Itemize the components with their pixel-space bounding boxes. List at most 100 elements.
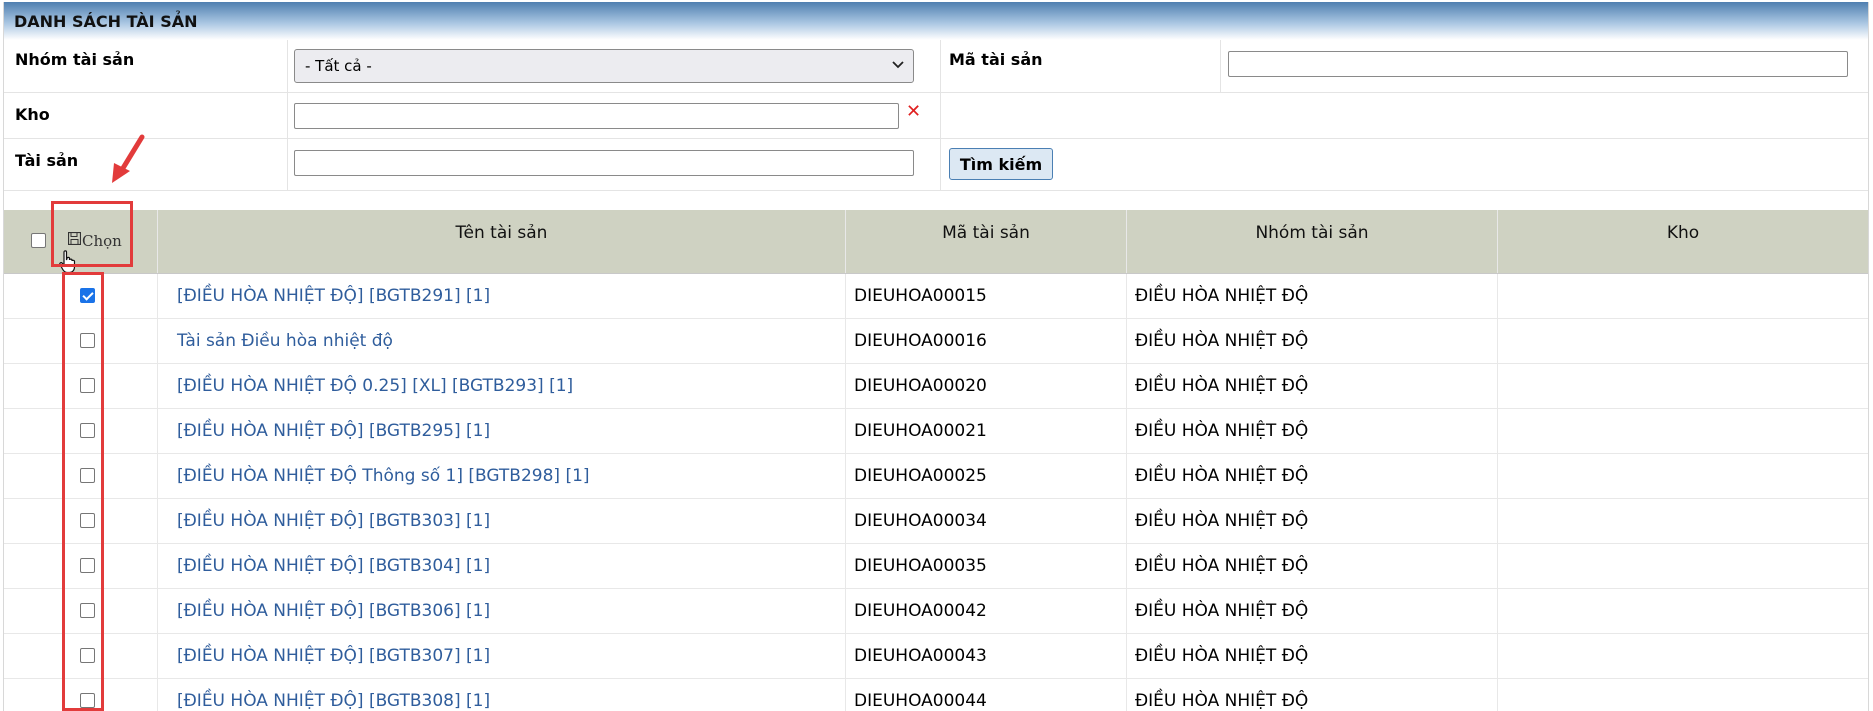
warehouse-input[interactable] xyxy=(294,103,899,129)
col-header-warehouse[interactable]: Kho xyxy=(1498,210,1868,273)
asset-input[interactable] xyxy=(294,150,914,176)
asset-name-link[interactable]: [ĐIỀU HÒA NHIỆT ĐỘ] [BGTB295] [1] xyxy=(177,409,490,453)
asset-name-link[interactable]: Tài sản Điều hòa nhiệt độ xyxy=(177,319,393,363)
row-divider xyxy=(845,679,846,711)
group-select-value: - Tất cả - xyxy=(305,57,372,75)
filter-row-asset: Tài sản xyxy=(4,138,1868,191)
asset-code: DIEUHOA00016 xyxy=(854,331,987,351)
table-row[interactable]: Tài sản Điều hòa nhiệt độ DIEUHOA00016 ĐIỀ… xyxy=(4,319,1868,364)
row-divider xyxy=(157,409,158,453)
row-divider xyxy=(1497,319,1498,363)
panel-title-bar: DANH SÁCH TÀI SẢN xyxy=(4,2,1868,40)
filter-row-warehouse: Kho ✕ xyxy=(4,92,1868,139)
row-divider xyxy=(1126,319,1127,363)
asset-label: Tài sản xyxy=(15,151,79,170)
row-divider xyxy=(1126,364,1127,408)
select-all-checkbox[interactable] xyxy=(31,233,46,248)
asset-group: ĐIỀU HÒA NHIỆT ĐỘ xyxy=(1135,601,1309,621)
highlight-choose-header xyxy=(51,201,133,267)
asset-code: DIEUHOA00015 xyxy=(854,286,987,306)
asset-group: ĐIỀU HÒA NHIỆT ĐỘ xyxy=(1135,556,1309,576)
warehouse-label: Kho xyxy=(15,105,50,124)
filter-form: Nhóm tài sản - Tất cả - Mã tài sản Kho ✕… xyxy=(4,40,1868,192)
search-button[interactable]: Tìm kiếm xyxy=(949,148,1053,180)
asset-code: DIEUHOA00035 xyxy=(854,556,987,576)
row-divider xyxy=(1497,679,1498,711)
row-divider xyxy=(157,544,158,588)
table-row[interactable]: [ĐIỀU HÒA NHIỆT ĐỘ 0.25] [XL] [BGTB293] … xyxy=(4,364,1868,409)
row-divider xyxy=(157,634,158,678)
asset-code: DIEUHOA00021 xyxy=(854,421,987,441)
code-input[interactable] xyxy=(1228,51,1848,77)
asset-group: ĐIỀU HÒA NHIỆT ĐỘ xyxy=(1135,421,1309,441)
row-divider xyxy=(845,274,846,318)
page-title: DANH SÁCH TÀI SẢN xyxy=(14,11,198,31)
row-divider xyxy=(1497,454,1498,498)
asset-name-link[interactable]: [ĐIỀU HÒA NHIỆT ĐỘ] [BGTB304] [1] xyxy=(177,544,490,588)
row-divider xyxy=(1497,274,1498,318)
row-divider xyxy=(845,634,846,678)
asset-name-link[interactable]: [ĐIỀU HÒA NHIỆT ĐỘ 0.25] [XL] [BGTB293] … xyxy=(177,364,573,408)
asset-code: DIEUHOA00043 xyxy=(854,646,987,666)
asset-name-link[interactable]: [ĐIỀU HÒA NHIỆT ĐỘ] [BGTB307] [1] xyxy=(177,634,490,678)
chevron-down-icon xyxy=(891,57,905,75)
row-divider xyxy=(157,454,158,498)
close-icon[interactable]: ✕ xyxy=(906,101,921,122)
row-divider xyxy=(1126,589,1127,633)
row-divider xyxy=(1126,454,1127,498)
filter-row-group: Nhóm tài sản - Tất cả - Mã tài sản xyxy=(4,40,1868,93)
row-divider xyxy=(157,319,158,363)
asset-name-link[interactable]: [ĐIỀU HÒA NHIỆT ĐỘ] [BGTB308] [1] xyxy=(177,679,490,711)
row-divider xyxy=(157,364,158,408)
table-row[interactable]: [ĐIỀU HÒA NHIỆT ĐỘ] [BGTB308] [1] DIEUHOA… xyxy=(4,679,1868,711)
row-divider xyxy=(1126,544,1127,588)
row-divider xyxy=(1497,409,1498,453)
table-row[interactable]: [ĐIỀU HÒA NHIỆT ĐỘ] [BGTB306] [1] DIEUHOA… xyxy=(4,589,1868,634)
row-divider xyxy=(1497,499,1498,543)
asset-list-panel: DANH SÁCH TÀI SẢN Nhóm tài sản - Tất cả … xyxy=(3,2,1869,711)
asset-name-link[interactable]: [ĐIỀU HÒA NHIỆT ĐỘ] [BGTB291] [1] xyxy=(177,274,490,318)
row-divider xyxy=(1497,364,1498,408)
col-header-group[interactable]: Nhóm tài sản xyxy=(1127,210,1497,273)
asset-name-link[interactable]: [ĐIỀU HÒA NHIỆT ĐỘ] [BGTB303] [1] xyxy=(177,499,490,543)
row-divider xyxy=(157,499,158,543)
asset-code: DIEUHOA00034 xyxy=(854,511,987,531)
table-row[interactable]: [ĐIỀU HÒA NHIỆT ĐỘ] [BGTB295] [1] DIEUHOA… xyxy=(4,409,1868,454)
asset-group: ĐIỀU HÒA NHIỆT ĐỘ xyxy=(1135,466,1309,486)
table-row[interactable]: [ĐIỀU HÒA NHIỆT ĐỘ] [BGTB291] [1] DIEUHOA… xyxy=(4,274,1868,319)
row-divider xyxy=(845,319,846,363)
asset-name-link[interactable]: [ĐIỀU HÒA NHIỆT ĐỘ] [BGTB306] [1] xyxy=(177,589,490,633)
row-divider xyxy=(157,274,158,318)
asset-name-link[interactable]: [ĐIỀU HÒA NHIỆT ĐỘ Thông số 1] [BGTB298]… xyxy=(177,454,590,498)
col-header-code[interactable]: Mã tài sản xyxy=(846,210,1126,273)
row-divider xyxy=(1126,274,1127,318)
table-row[interactable]: [ĐIỀU HÒA NHIỆT ĐỘ] [BGTB304] [1] DIEUHOA… xyxy=(4,544,1868,589)
row-divider xyxy=(845,409,846,453)
row-divider xyxy=(845,499,846,543)
asset-group: ĐIỀU HÒA NHIỆT ĐỘ xyxy=(1135,691,1309,711)
asset-code: DIEUHOA00042 xyxy=(854,601,987,621)
group-select[interactable]: - Tất cả - xyxy=(294,49,914,83)
code-label: Mã tài sản xyxy=(949,50,1043,69)
row-divider xyxy=(1126,679,1127,711)
asset-code: DIEUHOA00020 xyxy=(854,376,987,396)
row-divider xyxy=(1126,499,1127,543)
highlight-row-checkboxes xyxy=(62,272,104,711)
table-row[interactable]: [ĐIỀU HÒA NHIỆT ĐỘ] [BGTB303] [1] DIEUHOA… xyxy=(4,499,1868,544)
row-divider xyxy=(845,364,846,408)
table-row[interactable]: [ĐIỀU HÒA NHIỆT ĐỘ] [BGTB307] [1] DIEUHOA… xyxy=(4,634,1868,679)
row-divider xyxy=(845,454,846,498)
asset-code: DIEUHOA00025 xyxy=(854,466,987,486)
row-divider xyxy=(845,589,846,633)
asset-group: ĐIỀU HÒA NHIỆT ĐỘ xyxy=(1135,331,1309,351)
table-row[interactable]: [ĐIỀU HÒA NHIỆT ĐỘ Thông số 1] [BGTB298]… xyxy=(4,454,1868,499)
group-label: Nhóm tài sản xyxy=(15,50,135,69)
asset-group: ĐIỀU HÒA NHIỆT ĐỘ xyxy=(1135,646,1309,666)
asset-group: ĐIỀU HÒA NHIỆT ĐỘ xyxy=(1135,511,1309,531)
arrow-icon xyxy=(112,134,145,183)
col-header-name[interactable]: Tên tài sản xyxy=(158,210,845,273)
row-divider xyxy=(157,589,158,633)
row-divider xyxy=(1126,634,1127,678)
row-divider xyxy=(1497,589,1498,633)
row-divider xyxy=(1497,544,1498,588)
